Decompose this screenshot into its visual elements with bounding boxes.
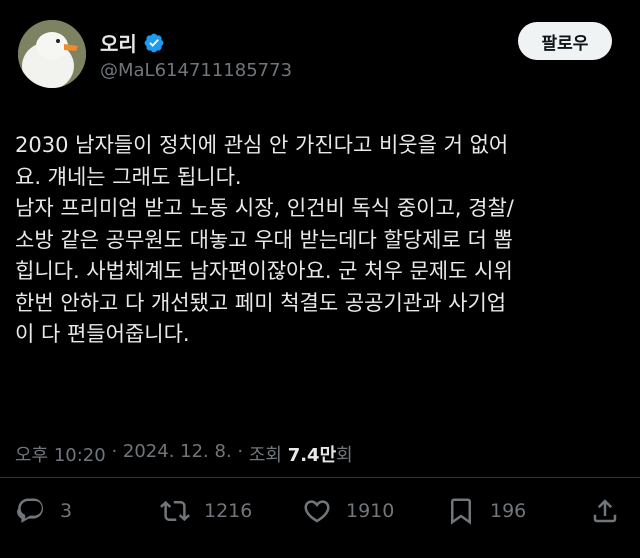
display-name[interactable]: 오리 bbox=[100, 28, 137, 57]
reply-button[interactable]: 3 bbox=[16, 488, 72, 534]
tweet-date[interactable]: 2024. 12. 8. bbox=[123, 441, 232, 467]
views-count: 7.4만 bbox=[287, 445, 337, 466]
bookmark-icon bbox=[451, 498, 471, 525]
duck-avatar-icon bbox=[18, 20, 86, 88]
like-button[interactable]: 1910 bbox=[302, 488, 394, 534]
share-icon bbox=[593, 499, 617, 523]
user-avatar[interactable] bbox=[18, 20, 86, 88]
reply-count: 3 bbox=[60, 500, 73, 522]
retweet-count: 1216 bbox=[204, 500, 253, 522]
user-handle[interactable]: @MaL614711185773 bbox=[100, 60, 292, 81]
heart-icon bbox=[304, 500, 330, 523]
share-button[interactable] bbox=[590, 488, 620, 534]
bookmark-button[interactable]: 196 bbox=[446, 488, 526, 534]
views-label: 조회 bbox=[248, 445, 288, 466]
tweet-meta: 오후 10:20 · 2024. 12. 8. · 조회 7.4만 회 bbox=[15, 441, 353, 467]
meta-separator: · bbox=[105, 441, 123, 462]
follow-button[interactable]: 팔로우 bbox=[518, 22, 612, 60]
user-name-row: 오리 bbox=[100, 28, 165, 57]
bookmark-count: 196 bbox=[490, 500, 527, 522]
action-bar: 3 1216 1910 196 bbox=[0, 488, 640, 534]
divider bbox=[0, 477, 640, 478]
tweet-time[interactable]: 오후 10:20 bbox=[15, 441, 106, 467]
reply-icon bbox=[16, 498, 44, 523]
views-suffix: 회 bbox=[336, 445, 353, 466]
tweet-text: 2030 남자들이 정치에 관심 안 가진다고 비웃을 거 없어 요. 걔네는 … bbox=[15, 133, 514, 346]
retweet-icon bbox=[160, 500, 190, 522]
retweet-button[interactable]: 1216 bbox=[160, 488, 252, 534]
like-count: 1910 bbox=[346, 500, 395, 522]
meta-separator: · bbox=[231, 441, 249, 462]
verified-badge-icon bbox=[144, 33, 164, 52]
